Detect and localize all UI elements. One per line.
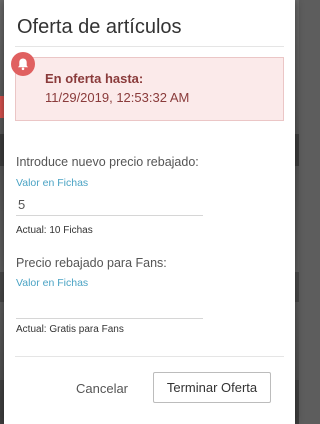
alert-title: En oferta hasta: xyxy=(45,71,144,86)
alert-value: 11/29/2019, 12:53:32 AM xyxy=(45,90,190,105)
new-price-current: Actual: 10 Fichas xyxy=(16,225,93,236)
fan-price-field-label: Valor en Fichas xyxy=(16,277,89,289)
new-price-field-label: Valor en Fichas xyxy=(16,177,89,189)
dialog-title: Oferta de artículos xyxy=(17,16,182,38)
bell-icon xyxy=(11,52,35,76)
fan-price-input[interactable] xyxy=(16,297,203,319)
header-divider xyxy=(15,46,284,47)
new-price-label: Introduce nuevo precio rebajado: xyxy=(16,155,199,169)
footer-divider xyxy=(15,356,284,357)
new-price-input[interactable] xyxy=(16,194,203,216)
sale-offer-dialog: Oferta de artículos En oferta hasta: 11/… xyxy=(4,0,295,424)
fan-price-label: Precio rebajado para Fans: xyxy=(16,256,167,270)
end-offer-button[interactable]: Terminar Oferta xyxy=(153,372,271,403)
cancel-button[interactable]: Cancelar xyxy=(64,374,140,402)
sale-end-alert: En oferta hasta: 11/29/2019, 12:53:32 AM xyxy=(15,57,284,121)
fan-price-current: Actual: Gratis para Fans xyxy=(16,324,124,335)
